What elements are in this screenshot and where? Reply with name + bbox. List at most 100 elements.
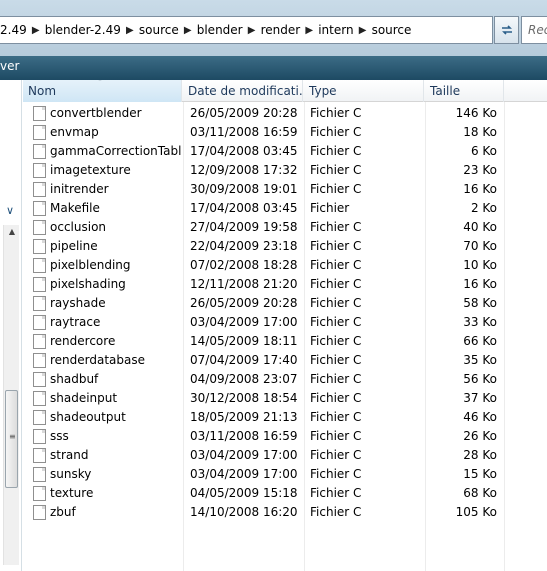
- breadcrumb-item[interactable]: blender: [197, 23, 243, 37]
- file-type: Fichier C: [310, 353, 362, 367]
- column-header-name[interactable]: ˄ Nom: [23, 80, 182, 102]
- file-icon: [33, 258, 46, 273]
- file-name: texture: [50, 486, 94, 500]
- file-size: 68 Ko: [463, 486, 497, 500]
- file-name: initrender: [50, 182, 109, 196]
- file-size: 26 Ko: [463, 429, 497, 443]
- scroll-up-icon[interactable]: ▲: [4, 227, 20, 241]
- file-icon: [33, 277, 46, 292]
- file-icon: [33, 486, 46, 501]
- file-row[interactable]: Makefile 17/04/2008 03:45 Fichier 2 Ko: [23, 199, 547, 218]
- file-type: Fichier C: [310, 486, 362, 500]
- file-icon: [33, 201, 46, 216]
- file-size: 33 Ko: [463, 315, 497, 329]
- file-icon: [33, 391, 46, 406]
- file-name: raytrace: [50, 315, 101, 329]
- address-bar-area: 2.49 ▶ blender-2.49 ▶ source ▶ blender ▶…: [0, 0, 547, 56]
- column-header-type[interactable]: Type: [304, 80, 424, 102]
- file-row[interactable]: renderdatabase 07/04/2009 17:40 Fichier C 3…: [23, 351, 547, 370]
- file-icon: [33, 106, 46, 121]
- file-row[interactable]: rendercore 14/05/2009 18:11 Fichier C 66 Ko: [23, 332, 547, 351]
- breadcrumb-item[interactable]: 2.49: [0, 23, 27, 37]
- file-type: Fichier C: [310, 239, 362, 253]
- address-breadcrumb[interactable]: 2.49 ▶ blender-2.49 ▶ source ▶ blender ▶…: [0, 16, 493, 44]
- file-size: 46 Ko: [463, 410, 497, 424]
- file-row[interactable]: texture 04/05/2009 15:18 Fichier C 68 Ko: [23, 484, 547, 503]
- file-row[interactable]: envmap 03/11/2008 16:59 Fichier C 18 Ko: [23, 123, 547, 142]
- breadcrumb-item[interactable]: blender-2.49: [45, 23, 121, 37]
- breadcrumb-chevron-icon[interactable]: ▶: [300, 25, 318, 36]
- file-size: 18 Ko: [463, 125, 497, 139]
- file-name: occlusion: [50, 220, 107, 234]
- file-row[interactable]: pixelshading 12/11/2008 21:20 Fichier C 16 …: [23, 275, 547, 294]
- file-row[interactable]: strand 03/04/2009 17:00 Fichier C 28 Ko: [23, 446, 547, 465]
- file-icon: [33, 125, 46, 140]
- file-name: pipeline: [50, 239, 98, 253]
- file-icon: [33, 334, 46, 349]
- breadcrumb-chevron-icon[interactable]: ▶: [121, 25, 139, 36]
- file-type: Fichier C: [310, 220, 362, 234]
- search-input[interactable]: Rech: [521, 16, 547, 44]
- breadcrumb-chevron-icon[interactable]: ▶: [27, 25, 45, 36]
- breadcrumb-chevron-icon[interactable]: ▶: [243, 25, 261, 36]
- breadcrumb-item[interactable]: source: [139, 23, 179, 37]
- file-row[interactable]: gammaCorrectionTabl... 17/04/2008 03:45 Fi…: [23, 142, 547, 161]
- file-icon: [33, 410, 46, 425]
- file-size: 66 Ko: [463, 334, 497, 348]
- file-date: 26/05/2009 20:28: [190, 106, 298, 120]
- file-row[interactable]: convertblender 26/05/2009 20:28 Fichier C 1…: [23, 104, 547, 123]
- file-row[interactable]: imagetexture 12/09/2008 17:32 Fichier C 23 …: [23, 161, 547, 180]
- chevron-down-icon[interactable]: ∨: [2, 204, 18, 218]
- file-row[interactable]: rayshade 26/05/2009 20:28 Fichier C 58 Ko: [23, 294, 547, 313]
- file-name: rayshade: [50, 296, 106, 310]
- file-type: Fichier C: [310, 429, 362, 443]
- file-row[interactable]: shadeoutput 18/05/2009 21:13 Fichier C 46 K…: [23, 408, 547, 427]
- file-type: Fichier C: [310, 410, 362, 424]
- file-type: Fichier C: [310, 467, 362, 481]
- file-size: 58 Ko: [463, 296, 497, 310]
- grip-icon: ≡: [9, 432, 16, 441]
- file-row[interactable]: raytrace 03/04/2009 17:00 Fichier C 33 Ko: [23, 313, 547, 332]
- file-size: 70 Ko: [463, 239, 497, 253]
- file-size: 10 Ko: [463, 258, 497, 272]
- column-header-label: Date de modificati...: [188, 84, 303, 98]
- file-date: 03/11/2008 16:59: [190, 429, 298, 443]
- file-icon: [33, 372, 46, 387]
- file-row[interactable]: initrender 30/09/2008 19:01 Fichier C 16 Ko: [23, 180, 547, 199]
- column-header-size[interactable]: Taille: [425, 80, 504, 102]
- file-type: Fichier C: [310, 163, 362, 177]
- breadcrumb-chevron-icon[interactable]: ▶: [354, 25, 372, 36]
- file-row[interactable]: shadbuf 04/09/2008 23:07 Fichier C 56 Ko: [23, 370, 547, 389]
- breadcrumb-chevron-icon[interactable]: ▶: [179, 25, 197, 36]
- file-row[interactable]: pixelblending 07/02/2008 18:28 Fichier C 10…: [23, 256, 547, 275]
- file-icon: [33, 182, 46, 197]
- file-type: Fichier C: [310, 182, 362, 196]
- file-row[interactable]: sunsky 03/04/2009 17:00 Fichier C 15 Ko: [23, 465, 547, 484]
- file-type: Fichier C: [310, 315, 362, 329]
- file-date: 04/09/2008 23:07: [190, 372, 298, 386]
- file-date: 22/04/2009 23:18: [190, 239, 298, 253]
- breadcrumb-item[interactable]: source: [372, 23, 412, 37]
- file-row[interactable]: pipeline 22/04/2009 23:18 Fichier C 70 Ko: [23, 237, 547, 256]
- file-name: pixelshading: [50, 277, 126, 291]
- breadcrumb-item[interactable]: intern: [318, 23, 353, 37]
- nav-scrollbar[interactable]: ▲ ≡: [3, 225, 19, 565]
- file-size: 28 Ko: [463, 448, 497, 462]
- scrollbar-thumb[interactable]: ≡: [5, 390, 18, 488]
- column-header-date[interactable]: Date de modificati...: [183, 80, 303, 102]
- file-row[interactable]: occlusion 27/04/2009 19:58 Fichier C 40 Ko: [23, 218, 547, 237]
- file-row[interactable]: shadeinput 30/12/2008 18:54 Fichier C 37 Ko: [23, 389, 547, 408]
- file-row[interactable]: sss 03/11/2008 16:59 Fichier C 26 Ko: [23, 427, 547, 446]
- file-row[interactable]: zbuf 14/10/2008 16:20 Fichier C 105 Ko: [23, 503, 547, 522]
- file-icon: [33, 429, 46, 444]
- file-name: convertblender: [50, 106, 142, 120]
- breadcrumb-item[interactable]: render: [261, 23, 301, 37]
- file-icon: [33, 144, 46, 159]
- file-date: 12/09/2008 17:32: [190, 163, 298, 177]
- refresh-button[interactable]: [494, 16, 519, 44]
- file-icon: [33, 467, 46, 482]
- toolbar-label[interactable]: ver: [0, 59, 19, 73]
- file-type: Fichier C: [310, 277, 362, 291]
- file-type: Fichier C: [310, 334, 362, 348]
- file-size: 105 Ko: [455, 505, 497, 519]
